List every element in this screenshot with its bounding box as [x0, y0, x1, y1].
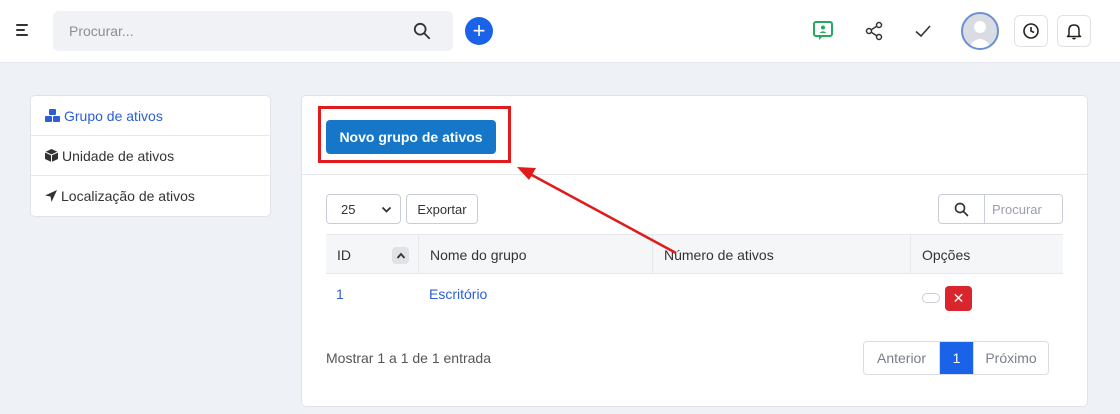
column-header-nome-do-grupo[interactable]: Nome do grupo [419, 235, 653, 274]
pagination-next[interactable]: Próximo [973, 342, 1048, 374]
cubes-icon [45, 109, 60, 122]
plus-icon: + [472, 18, 486, 43]
chevron-up-icon [396, 252, 405, 259]
top-bar: + [0, 0, 1120, 63]
sidebar-item-label: Grupo de ativos [64, 107, 163, 124]
column-header-label: ID [337, 246, 351, 263]
export-button[interactable]: Exportar [406, 194, 478, 224]
page-size-select[interactable]: 25 [326, 194, 401, 224]
column-header-numero-de-ativos[interactable]: Número de ativos [653, 235, 911, 274]
column-header-label: Nome do grupo [430, 246, 527, 263]
delete-button[interactable]: ✕ [945, 286, 972, 311]
check-icon[interactable] [912, 20, 934, 42]
table-search [938, 194, 1063, 224]
cube-icon [44, 149, 59, 162]
avatar[interactable] [961, 12, 999, 50]
sidebar-item-localizacao-de-ativos[interactable]: Localização de ativos [31, 176, 270, 216]
column-header-id[interactable]: ID [326, 235, 419, 274]
global-search [53, 11, 453, 51]
table-info: Mostrar 1 a 1 de 1 entrada [326, 350, 491, 366]
sidebar-item-label: Unidade de ativos [62, 147, 175, 164]
table-search-input[interactable] [986, 195, 1062, 223]
quick-add-button[interactable]: + [465, 17, 493, 45]
global-search-input[interactable] [53, 11, 393, 51]
sidebar-item-label: Localização de ativos [61, 188, 195, 204]
search-icon[interactable] [413, 22, 431, 40]
row-name-link[interactable]: Escritório [429, 286, 487, 302]
chat-icon[interactable] [812, 20, 834, 42]
sidebar-item-unidade-de-ativos[interactable]: Unidade de ativos [31, 136, 270, 176]
row-toggle[interactable] [922, 293, 940, 303]
clock-button[interactable] [1014, 15, 1048, 47]
annotation-highlight-box [318, 106, 511, 163]
search-icon [954, 202, 969, 216]
pagination-previous[interactable]: Anterior [864, 342, 940, 374]
pagination: Anterior 1 Próximo [863, 341, 1049, 375]
close-icon: ✕ [952, 290, 965, 306]
row-id-link[interactable]: 1 [336, 286, 344, 302]
column-header-opcoes: Opções [911, 235, 1063, 274]
menu-toggle-icon[interactable] [16, 24, 32, 40]
column-header-label: Opções [922, 246, 971, 263]
notifications-button[interactable] [1057, 15, 1091, 47]
assets-sidebar: Grupo de ativos Unidade de ativos Locali… [30, 95, 271, 217]
pagination-page-1[interactable]: 1 [940, 342, 973, 374]
chevron-down-icon [381, 206, 392, 213]
share-icon[interactable] [863, 20, 885, 42]
column-header-label: Número de ativos [664, 246, 774, 263]
page-size-value: 25 [341, 201, 356, 217]
location-arrow-icon [45, 190, 57, 202]
sort-button[interactable] [392, 247, 409, 264]
sidebar-item-grupo-de-ativos[interactable]: Grupo de ativos [31, 96, 270, 136]
bell-icon [1066, 24, 1082, 40]
clock-icon [1023, 23, 1039, 39]
table-header: ID Nome do grupo Número de ativos Opções [326, 234, 1063, 274]
user-silhouette-icon [968, 21, 992, 48]
table-search-button[interactable] [939, 195, 985, 223]
